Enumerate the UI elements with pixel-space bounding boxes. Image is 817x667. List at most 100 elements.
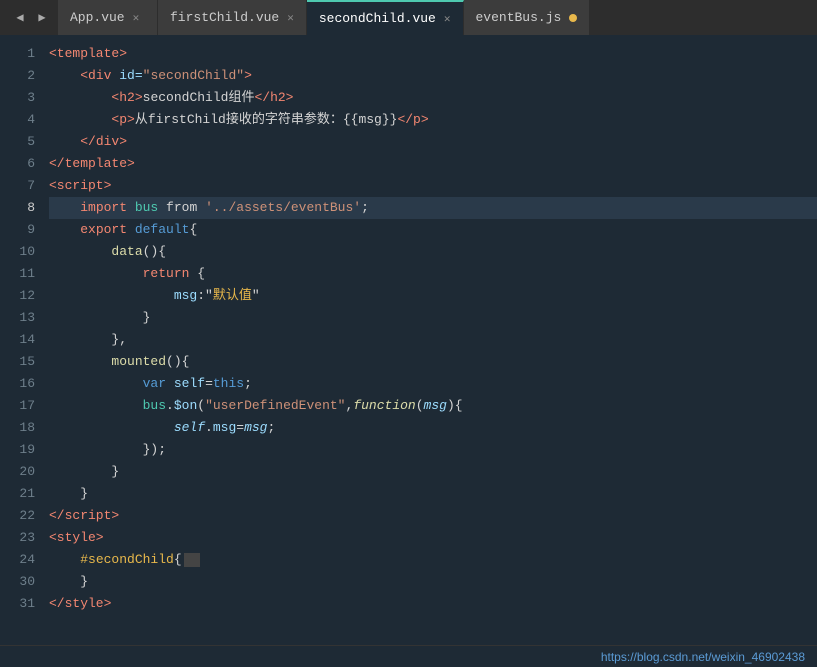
token-brace6: } (80, 571, 88, 593)
token-default: default (135, 219, 190, 241)
token-indent (49, 219, 80, 241)
token-indent (49, 241, 111, 263)
token-indent (49, 329, 111, 351)
tab-modified-dot (569, 14, 577, 22)
token-brace: }, (111, 329, 127, 351)
token-tag: </div> (80, 131, 127, 153)
token-attr: id= (119, 65, 142, 87)
line-num-4: 4 (0, 109, 45, 131)
line-num-30: 30 (0, 571, 45, 593)
token-self2: self (174, 417, 205, 439)
token-brace3: } (111, 461, 119, 483)
token-tag: <div (80, 65, 119, 87)
code-line-11: return { (49, 263, 817, 285)
token-brace: { (189, 219, 197, 241)
code-line-16: var self = this ; (49, 373, 817, 395)
line-num-13: 13 (0, 307, 45, 329)
tab-close-icon[interactable]: ✕ (133, 11, 140, 25)
token-indent (49, 197, 80, 219)
code-line-14: }, (49, 329, 817, 351)
token-indent (49, 109, 111, 131)
token-paren: (){ (166, 351, 189, 373)
tab-controls: ◀ ▶ (4, 10, 58, 26)
code-line-12: msg : " 默认值 " (49, 285, 817, 307)
token-indent (49, 263, 143, 285)
token-eq2: = (236, 417, 244, 439)
token-comma: , (346, 395, 354, 417)
token-tag: <style> (49, 527, 104, 549)
tab-event-bus-js[interactable]: eventBus.js (464, 0, 591, 35)
token-semi2: ; (267, 417, 275, 439)
tab-close-icon[interactable]: ✕ (444, 12, 451, 26)
token-default-val: 默认值 (213, 285, 252, 307)
line-num-7: 7 (0, 175, 45, 197)
tab-second-child-vue[interactable]: secondChild.vue ✕ (307, 0, 464, 35)
token-indent (49, 417, 174, 439)
token-brace: { (197, 263, 205, 285)
token-tag: <template> (49, 43, 127, 65)
token-colon: : (197, 285, 205, 307)
token-indent (49, 285, 174, 307)
line-num-23: 23 (0, 527, 45, 549)
token-return: return (143, 263, 198, 285)
code-line-8: import bus from '../assets/eventBus' ; (49, 197, 817, 219)
token-brace5: { (174, 549, 182, 571)
token-bus: bus (135, 197, 166, 219)
token-indent (49, 307, 143, 329)
token-tag: <h2> (111, 87, 142, 109)
token-tag: </template> (49, 153, 135, 175)
line-num-31: 31 (0, 593, 45, 615)
token-self: self (174, 373, 205, 395)
line-num-2: 2 (0, 65, 45, 87)
line-num-5: 5 (0, 131, 45, 153)
token-indent (49, 395, 143, 417)
token-var: var (143, 373, 174, 395)
code-line-4: <p> 从firstChild接收的字符串参数：{{msg}} </p> (49, 109, 817, 131)
token-indent (49, 461, 111, 483)
token-brace4: } (80, 483, 88, 505)
token-indent (49, 87, 111, 109)
code-line-31: </style> (49, 593, 817, 615)
token-prop: msg (174, 285, 197, 307)
token-semi: ; (361, 197, 369, 219)
code-line-24: #secondChild { (49, 549, 817, 571)
code-line-19: }); (49, 439, 817, 461)
tab-back-btn[interactable]: ◀ (12, 10, 28, 26)
token-indent (49, 549, 80, 571)
tab-forward-btn[interactable]: ▶ (34, 10, 50, 26)
code-line-22: </script> (49, 505, 817, 527)
token-eq: = (205, 373, 213, 395)
token-semi: ; (244, 373, 252, 395)
token-event: "userDefinedEvent" (205, 395, 345, 417)
token-tag: <p> (111, 109, 134, 131)
token-quote: " (252, 285, 260, 307)
line-num-9: 9 (0, 219, 45, 241)
code-line-2: <div id= "secondChild" > (49, 65, 817, 87)
code-line-17: bus . $on ( "userDefinedEvent" , functio… (49, 395, 817, 417)
line-num-21: 21 (0, 483, 45, 505)
token-text: 从firstChild接收的字符串参数：{{msg}} (135, 109, 398, 131)
token-tag: </script> (49, 505, 119, 527)
tab-first-child-vue[interactable]: firstChild.vue ✕ (158, 0, 307, 35)
line-num-1: 1 (0, 43, 45, 65)
line-num-12: 12 (0, 285, 45, 307)
line-num-20: 20 (0, 461, 45, 483)
line-num-24: 24 (0, 549, 45, 571)
tab-app-vue[interactable]: App.vue ✕ (58, 0, 158, 35)
code-line-5: </div> (49, 131, 817, 153)
token-quote: " (205, 285, 213, 307)
token-this: this (213, 373, 244, 395)
tab-close-icon[interactable]: ✕ (287, 11, 294, 25)
line-num-14: 14 (0, 329, 45, 351)
token-tag: <script> (49, 175, 111, 197)
code-content[interactable]: <template> <div id= "secondChild" > <h2>… (45, 35, 817, 645)
line-num-19: 19 (0, 439, 45, 461)
code-line-20: } (49, 461, 817, 483)
code-line-30: } (49, 571, 817, 593)
tab-label: eventBus.js (476, 10, 562, 25)
token-indent (49, 439, 143, 461)
line-num-15: 15 (0, 351, 45, 373)
tab-label: firstChild.vue (170, 10, 279, 25)
token-export: export (80, 219, 135, 241)
tab-label: secondChild.vue (319, 11, 436, 26)
